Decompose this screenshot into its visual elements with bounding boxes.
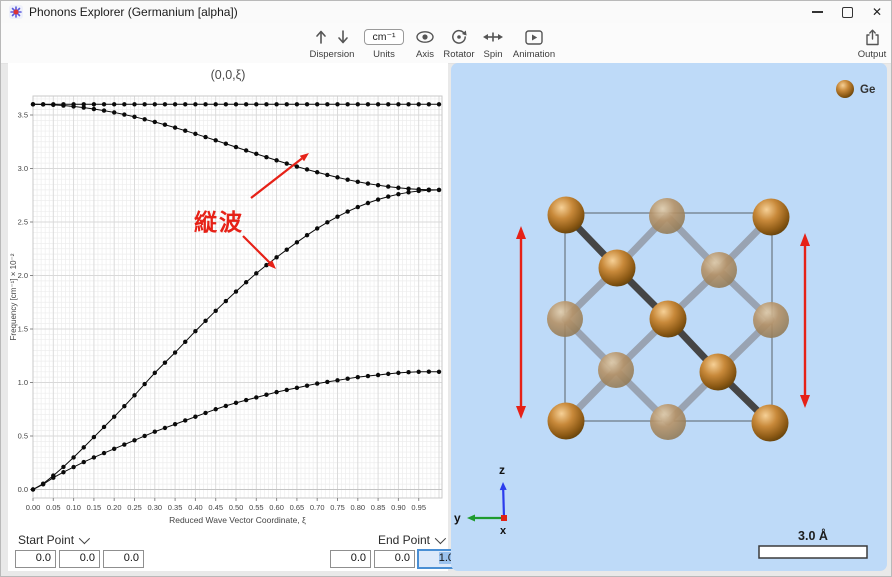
svg-text:3.5: 3.5: [18, 111, 28, 120]
toolbar: Dispersion cm⁻¹ Units Axis Rotator: [1, 23, 892, 64]
svg-text:0.60: 0.60: [269, 503, 284, 512]
svg-text:1.0: 1.0: [18, 378, 28, 387]
svg-text:0.70: 0.70: [310, 503, 325, 512]
dispersion-label: Dispersion: [310, 49, 355, 60]
structure-viewer[interactable]: Ge z y x 3.0 Å: [451, 63, 887, 571]
chevron-down-icon: [79, 533, 90, 544]
svg-text:0.65: 0.65: [290, 503, 305, 512]
svg-text:3.0: 3.0: [18, 164, 28, 173]
svg-text:x: x: [500, 525, 507, 537]
structure-canvas[interactable]: Ge z y x 3.0 Å: [451, 63, 887, 571]
svg-text:0.55: 0.55: [249, 503, 264, 512]
start-point-y-field[interactable]: 0.0: [59, 550, 100, 568]
window-title: Phonons Explorer (Germanium [alpha]): [29, 5, 238, 19]
wave-vector-controls: Start Point End Point 0.0 0.0 0.0 0.0 0.…: [8, 531, 448, 571]
svg-text:0.00: 0.00: [26, 503, 41, 512]
longitudinal-wave-annotation: 縦波: [194, 203, 244, 237]
maximize-icon: [842, 7, 853, 18]
dispersion-panel: (0,0,ξ) 0.000.050.100.150.200.250.300.35…: [8, 63, 448, 571]
svg-text:0.30: 0.30: [147, 503, 162, 512]
arrow-down-icon[interactable]: [336, 29, 350, 45]
animation-tool[interactable]: Animation: [499, 26, 569, 60]
start-point-x-field[interactable]: 0.0: [15, 550, 56, 568]
svg-text:0.5: 0.5: [18, 432, 28, 441]
maximize-button[interactable]: [831, 1, 863, 23]
svg-text:Ge: Ge: [860, 84, 875, 96]
animation-label: Animation: [513, 49, 555, 60]
svg-text:1.5: 1.5: [18, 325, 28, 334]
axis-triad: z y x: [454, 463, 507, 537]
app-window: Phonons Explorer (Germanium [alpha]) ✕ D…: [0, 0, 892, 577]
scale-bar: 3.0 Å: [759, 528, 867, 558]
end-point-x-field[interactable]: 0.0: [330, 550, 371, 568]
svg-text:y: y: [454, 511, 461, 525]
output-tool[interactable]: Output: [837, 26, 892, 60]
svg-text:0.90: 0.90: [391, 503, 406, 512]
svg-text:0.45: 0.45: [208, 503, 223, 512]
dispersion-chart: 0.00 0.05 0.10 0.15 0.20 0.25 0.30 0.35 0.40 0.45…: [8, 63, 448, 531]
export-icon[interactable]: [865, 29, 880, 46]
svg-text:0.15: 0.15: [87, 503, 102, 512]
start-point-dropdown[interactable]: Start Point: [18, 533, 87, 547]
close-button[interactable]: ✕: [861, 1, 892, 23]
svg-text:0.10: 0.10: [66, 503, 81, 512]
svg-text:0.40: 0.40: [188, 503, 203, 512]
svg-text:Reduced Wave Vector Coordinate: Reduced Wave Vector Coordinate, ξ: [169, 515, 306, 525]
svg-text:0.35: 0.35: [168, 503, 183, 512]
minimize-icon: [812, 11, 823, 13]
play-icon[interactable]: [525, 30, 543, 45]
svg-text:0.05: 0.05: [46, 503, 61, 512]
svg-text:2.0: 2.0: [18, 271, 28, 280]
svg-text:z: z: [499, 463, 505, 477]
end-point-dropdown[interactable]: End Point: [378, 533, 443, 547]
chevron-down-icon: [435, 533, 446, 544]
svg-text:2.5: 2.5: [18, 218, 28, 227]
app-icon: [9, 5, 23, 19]
ge-legend: Ge: [836, 80, 875, 98]
svg-text:0.80: 0.80: [350, 503, 365, 512]
svg-text:0.25: 0.25: [127, 503, 142, 512]
svg-text:0.20: 0.20: [107, 503, 122, 512]
minimize-button[interactable]: [801, 1, 833, 23]
svg-text:3.0 Å: 3.0 Å: [798, 528, 828, 543]
end-point-y-field[interactable]: 0.0: [374, 550, 415, 568]
start-point-z-field[interactable]: 0.0: [103, 550, 144, 568]
svg-text:0.85: 0.85: [371, 503, 386, 512]
end-point-label: End Point: [378, 533, 430, 547]
svg-text:Frequency [cm⁻¹] × 10⁻²: Frequency [cm⁻¹] × 10⁻²: [9, 253, 18, 340]
svg-text:0.50: 0.50: [229, 503, 244, 512]
svg-text:0.95: 0.95: [411, 503, 426, 512]
start-point-label: Start Point: [18, 533, 74, 547]
arrow-up-icon[interactable]: [314, 29, 328, 45]
svg-text:0.75: 0.75: [330, 503, 345, 512]
output-label: Output: [858, 49, 887, 60]
svg-text:0.0: 0.0: [18, 485, 28, 494]
titlebar: Phonons Explorer (Germanium [alpha]) ✕: [1, 1, 892, 23]
